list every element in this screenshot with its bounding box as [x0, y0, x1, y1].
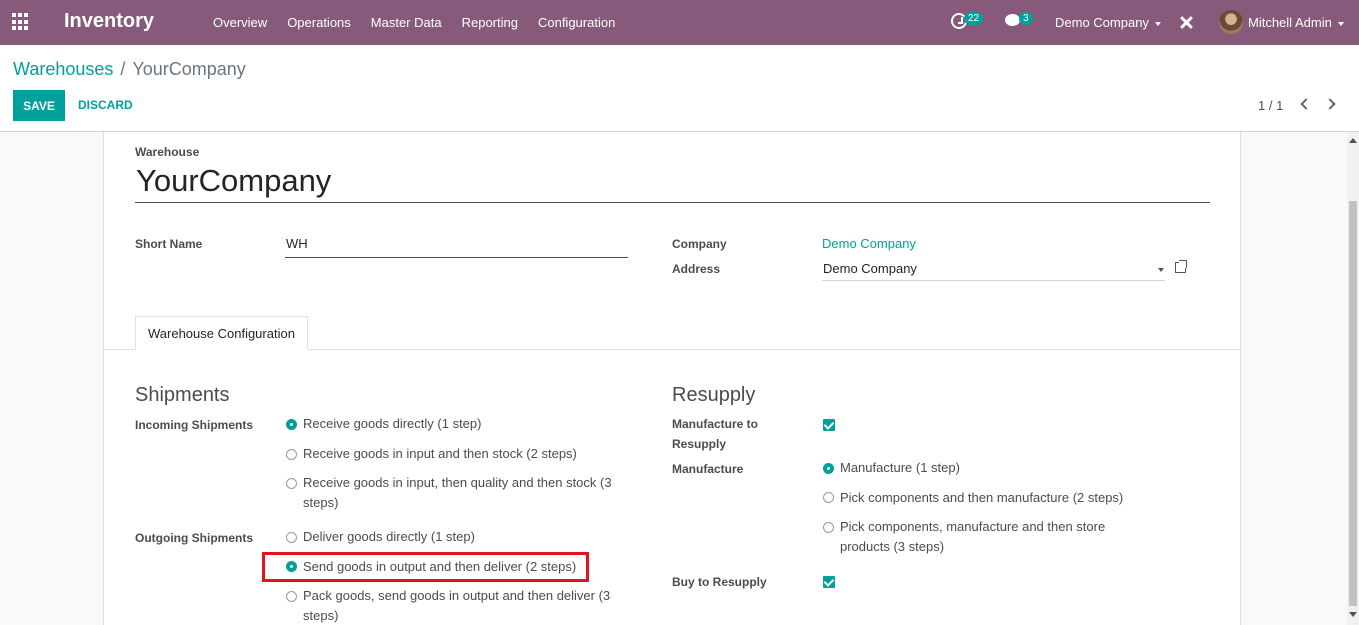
chevron-right-icon[interactable] — [1324, 98, 1336, 110]
form-sheet: Warehouse YourCompany Short Name WH Comp… — [103, 132, 1241, 625]
outgoing-option-1-label[interactable]: Deliver goods directly (1 step) — [303, 527, 475, 547]
buy-to-resupply-label: Buy to Resupply — [672, 575, 767, 589]
chevron-down-icon — [1337, 21, 1344, 26]
incoming-option-2-label[interactable]: Receive goods in input and then stock (2… — [303, 444, 577, 464]
outgoing-option-3-label[interactable]: Pack goods, send goods in output and the… — [303, 586, 623, 625]
external-link-icon[interactable] — [1175, 260, 1187, 273]
company-switcher-label: Demo Company — [1055, 15, 1149, 30]
outgoing-option-1-radio[interactable] — [286, 532, 297, 543]
user-name-label: Mitchell Admin — [1248, 15, 1332, 30]
pager-value[interactable]: 1 / 1 — [1258, 98, 1283, 113]
address-label: Address — [672, 262, 721, 276]
shipments-title: Shipments — [135, 384, 230, 406]
activity-count-badge: 22 — [964, 12, 984, 25]
buy-to-resupply-checkbox[interactable] — [823, 576, 835, 588]
company-link[interactable]: Demo Company — [822, 236, 916, 251]
warehouse-name-input[interactable]: YourCompany — [135, 163, 1210, 203]
save-button[interactable]: SAVE — [13, 90, 65, 121]
tab-warehouse-configuration[interactable]: Warehouse Configuration — [135, 316, 308, 350]
short-name-label: Short Name — [135, 237, 203, 251]
breadcrumb-warehouses[interactable]: Warehouses — [13, 59, 113, 79]
breadcrumb-separator: / — [120, 59, 126, 79]
control-panel: Warehouses / YourCompany SAVE DISCARD 1 / … — [0, 45, 1359, 132]
discard-button[interactable]: DISCARD — [78, 98, 133, 112]
manufacture-option-3-radio[interactable] — [823, 522, 834, 533]
manufacture-label: Manufacture — [672, 462, 744, 476]
manufacture-to-resupply-checkbox[interactable] — [823, 419, 835, 431]
incoming-option-3-label[interactable]: Receive goods in input, then quality and… — [303, 473, 623, 513]
incoming-option-3-radio[interactable] — [286, 478, 297, 489]
company-switcher[interactable]: Demo Company — [1055, 15, 1161, 30]
apps-menu-icon[interactable] — [12, 13, 30, 31]
chevron-down-icon[interactable] — [1158, 268, 1164, 272]
manufacture-option-1-radio[interactable] — [823, 463, 834, 474]
menu-item-master-data[interactable]: Master Data — [361, 15, 452, 30]
menu-item-reporting[interactable]: Reporting — [452, 15, 528, 30]
scroll-down-arrow-icon[interactable] — [1349, 612, 1357, 617]
breadcrumb: Warehouses / YourCompany — [13, 59, 246, 80]
incoming-option-1-label[interactable]: Receive goods directly (1 step) — [303, 414, 481, 434]
menu-item-overview[interactable]: Overview — [203, 15, 277, 30]
app-name[interactable]: Inventory — [64, 10, 154, 33]
manufacture-option-3-label[interactable]: Pick components, manufacture and then st… — [840, 517, 1140, 557]
manufacture-option-2-label[interactable]: Pick components and then manufacture (2 … — [840, 488, 1123, 508]
incoming-shipments-label: Incoming Shipments — [135, 418, 254, 432]
messages-chat-icon[interactable] — [1005, 14, 1020, 26]
breadcrumb-current: YourCompany — [132, 59, 246, 79]
scroll-up-arrow-icon[interactable] — [1349, 138, 1357, 143]
chevron-left-icon[interactable] — [1300, 98, 1312, 110]
menu-item-configuration[interactable]: Configuration — [528, 15, 625, 30]
chevron-down-icon — [1154, 21, 1161, 26]
incoming-option-1-radio[interactable] — [286, 419, 297, 430]
short-name-input[interactable]: WH — [285, 236, 628, 258]
user-avatar[interactable] — [1219, 10, 1243, 34]
outgoing-shipments-label: Outgoing Shipments — [135, 531, 253, 545]
user-menu[interactable]: Mitchell Admin — [1248, 15, 1344, 30]
address-select[interactable]: Demo Company — [822, 261, 1165, 281]
menu-item-operations[interactable]: Operations — [277, 15, 361, 30]
resupply-title: Resupply — [672, 384, 756, 406]
manufacture-option-2-radio[interactable] — [823, 492, 834, 503]
warehouse-label: Warehouse — [135, 145, 200, 159]
debug-tools-icon[interactable] — [1179, 15, 1194, 30]
incoming-option-2-radio[interactable] — [286, 449, 297, 460]
manufacture-to-resupply-label: Manufacture to Resupply — [672, 417, 759, 451]
message-count-badge: 3 — [1019, 12, 1033, 25]
outgoing-option-3-radio[interactable] — [286, 591, 297, 602]
manufacture-option-1-label[interactable]: Manufacture (1 step) — [840, 458, 960, 478]
highlight-box — [262, 552, 589, 582]
top-navbar: Inventory Overview Operations Master Dat… — [0, 0, 1359, 45]
scrollbar-thumb[interactable] — [1349, 201, 1357, 606]
main-menu: Overview Operations Master Data Reportin… — [203, 0, 625, 45]
company-label: Company — [672, 237, 727, 251]
